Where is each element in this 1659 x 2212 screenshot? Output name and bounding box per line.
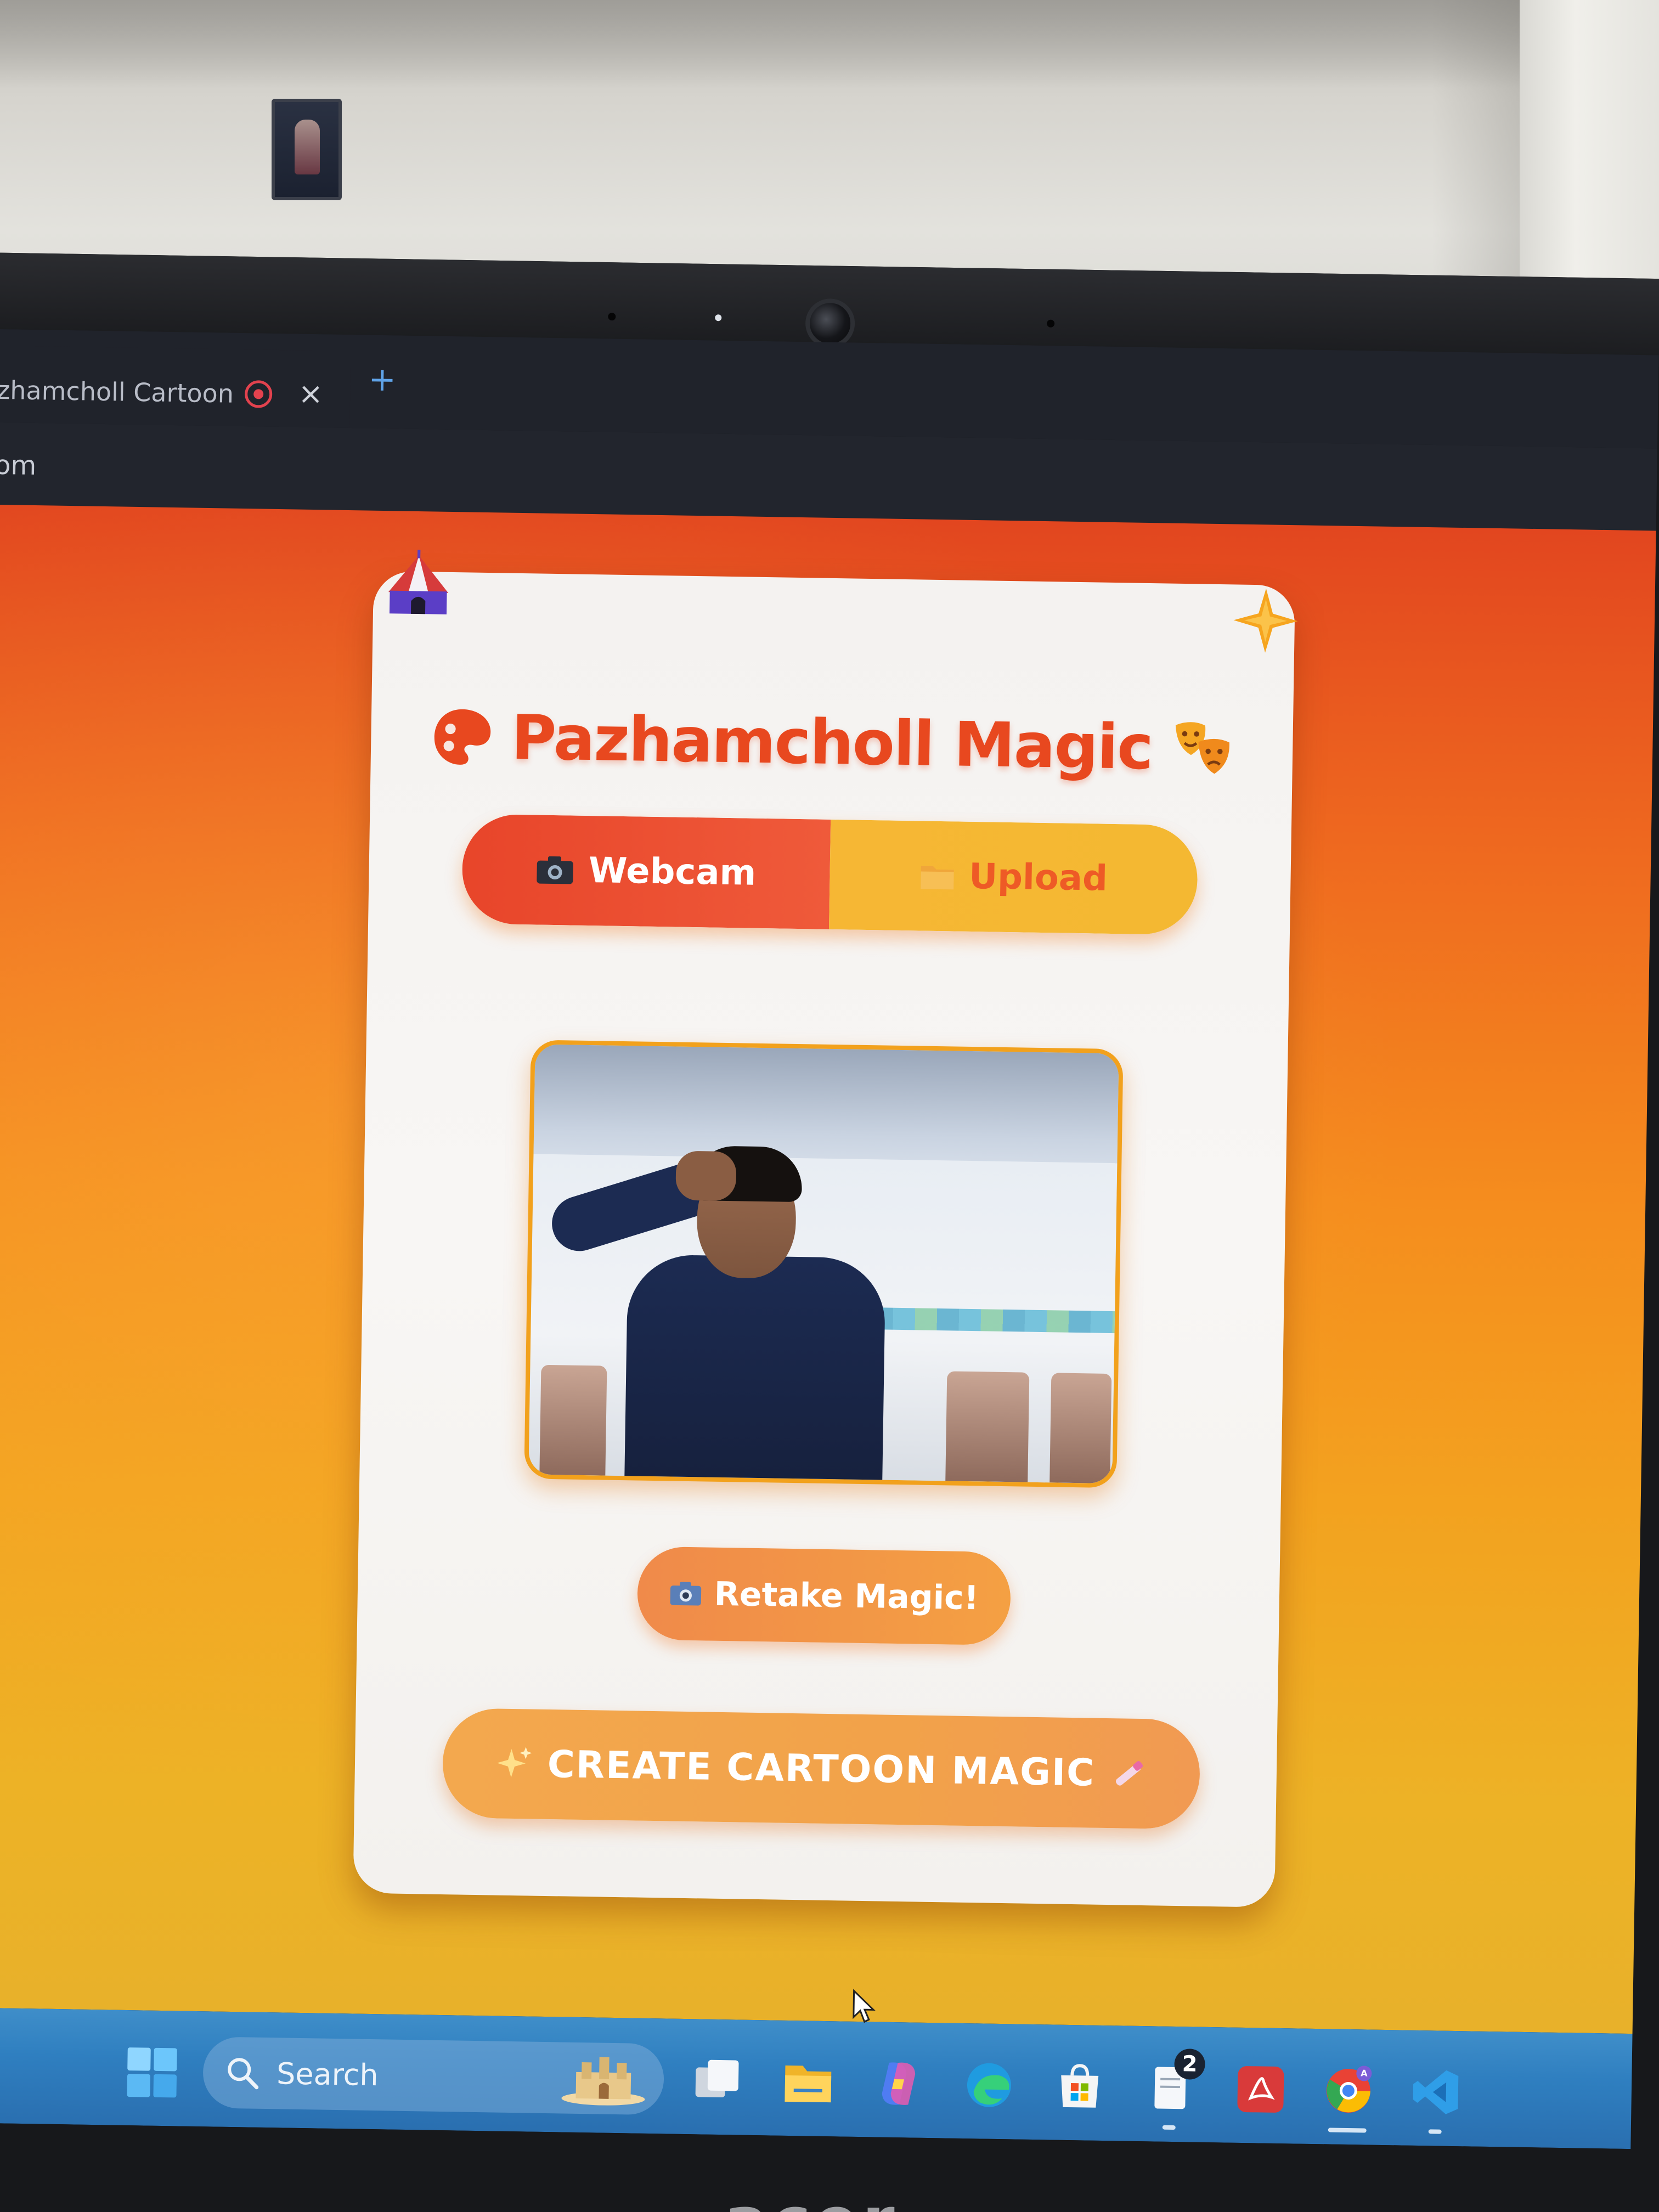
sparkle-star-icon bbox=[1233, 588, 1298, 653]
theater-masks-icon bbox=[1176, 722, 1230, 774]
feed-person-body bbox=[624, 1254, 886, 1488]
tab-webcam[interactable]: Webcam bbox=[461, 814, 831, 929]
web-page: Pazhamcholl Magic Webcam Upload Retake M… bbox=[0, 504, 1659, 2035]
active-indicator bbox=[1328, 2128, 1367, 2133]
ceiling-shadow bbox=[0, 0, 1659, 88]
taskbar-search[interactable]: Search bbox=[202, 2036, 665, 2115]
palette-icon bbox=[434, 709, 490, 765]
edge-icon[interactable] bbox=[962, 2058, 1015, 2112]
retake-button[interactable]: Retake Magic! bbox=[636, 1546, 1012, 1646]
sensor-dot bbox=[608, 313, 616, 321]
acrobat-icon[interactable] bbox=[1234, 2063, 1287, 2116]
search-placeholder: Search bbox=[276, 2056, 379, 2092]
notification-badge: 2 bbox=[1174, 2049, 1206, 2080]
feed-chair bbox=[945, 1371, 1030, 1482]
windows-start-icon[interactable] bbox=[126, 2046, 178, 2098]
file-explorer-icon[interactable] bbox=[781, 2056, 834, 2109]
create-button-label: CREATE CARTOON MAGIC bbox=[547, 1742, 1096, 1795]
search-highlight-art-icon bbox=[561, 2057, 645, 2106]
browser-tab[interactable]: zhamcholl Cartoon × bbox=[0, 345, 351, 428]
address-text: om bbox=[0, 449, 37, 482]
tab-webcam-label: Webcam bbox=[588, 850, 757, 894]
tab-upload-label: Upload bbox=[968, 856, 1108, 899]
store-icon[interactable] bbox=[1053, 2060, 1106, 2113]
laptop-webcam bbox=[805, 298, 855, 349]
vscode-icon[interactable] bbox=[1409, 2066, 1463, 2119]
camera-icon bbox=[537, 856, 574, 884]
new-tab-button[interactable]: + bbox=[364, 360, 400, 399]
page-title: Pazhamcholl Magic bbox=[511, 702, 1153, 784]
webcam-preview bbox=[524, 1040, 1124, 1488]
create-cartoon-button[interactable]: CREATE CARTOON MAGIC bbox=[442, 1708, 1201, 1830]
feed-chair bbox=[539, 1364, 607, 1476]
copilot-icon[interactable] bbox=[872, 2057, 925, 2110]
search-icon bbox=[228, 2058, 259, 2090]
laptop-screen: zhamcholl Cartoon × + om Pazhamcholl Mag… bbox=[0, 329, 1659, 2149]
recording-icon bbox=[244, 380, 273, 408]
laptop-brand-logo: acer bbox=[724, 2189, 944, 2212]
running-indicator bbox=[1162, 2125, 1176, 2130]
mouse-cursor-icon bbox=[853, 1989, 876, 2023]
sparkles-icon bbox=[496, 1747, 532, 1778]
tab-title: zhamcholl Cartoon bbox=[0, 375, 234, 409]
tab-close-button[interactable]: × bbox=[294, 374, 328, 413]
sensor-dot bbox=[1047, 319, 1055, 328]
wall-picture-frame bbox=[272, 99, 342, 200]
mode-toggle: Webcam Upload bbox=[461, 814, 1199, 935]
tab-upload[interactable]: Upload bbox=[829, 819, 1199, 935]
feed-person-hand bbox=[675, 1150, 737, 1201]
task-view-icon[interactable] bbox=[691, 2054, 744, 2107]
circus-tent-icon bbox=[388, 550, 449, 614]
sensor-led bbox=[715, 314, 722, 321]
magic-card: Pazhamcholl Magic Webcam Upload Retake M… bbox=[353, 571, 1295, 1908]
wall-picture-art bbox=[295, 120, 320, 174]
running-indicator bbox=[1428, 2129, 1442, 2134]
app-title: Pazhamcholl Magic bbox=[370, 697, 1293, 788]
camera-icon bbox=[670, 1582, 701, 1606]
retake-button-label: Retake Magic! bbox=[714, 1575, 979, 1618]
svg-text:A: A bbox=[1361, 2068, 1368, 2078]
feed-chair bbox=[1049, 1373, 1112, 1484]
chrome-icon[interactable]: A bbox=[1322, 2064, 1375, 2117]
magic-wand-icon bbox=[1116, 1761, 1143, 1786]
folder-icon bbox=[920, 866, 954, 890]
